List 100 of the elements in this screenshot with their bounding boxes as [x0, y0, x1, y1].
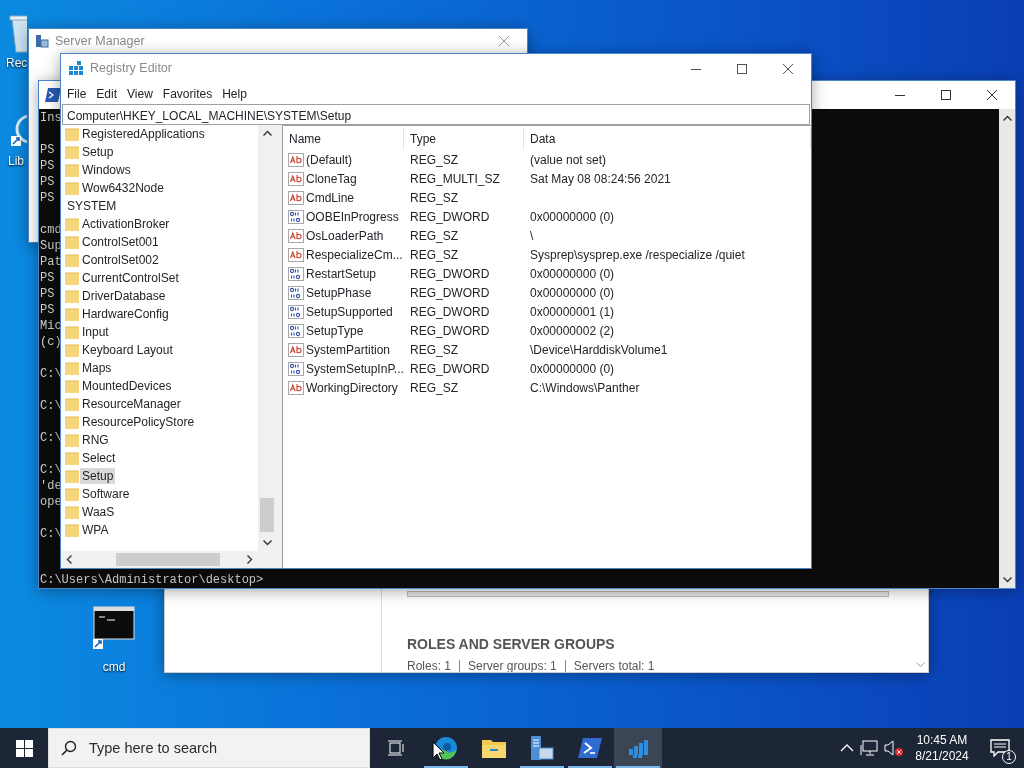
value-data: Sysprep\sysprep.exe /respecialize /quiet — [529, 246, 745, 264]
text-value-icon — [288, 190, 304, 205]
tree-item[interactable]: HardwareConfig — [80, 306, 171, 322]
search-input[interactable]: Type here to search — [87, 729, 347, 767]
tree-item[interactable]: RegisteredApplications — [80, 126, 207, 142]
tree-item[interactable]: CurrentControlSet — [80, 270, 181, 286]
column-header[interactable]: Type — [404, 128, 524, 150]
value-name[interactable]: OOBEInProgress — [306, 207, 399, 226]
notification-button[interactable]: 1 — [980, 728, 1020, 768]
value-data: \Device\HarddiskVolume1 — [529, 341, 668, 359]
tree-item[interactable]: Select — [80, 450, 118, 466]
menu-item[interactable]: Edit — [91, 84, 123, 103]
tree-item[interactable]: WaaS — [80, 504, 117, 520]
column-header[interactable]: Name — [283, 128, 404, 150]
stat-text: Servers total: 1 — [564, 660, 663, 672]
value-data: C:\Windows\Panther — [529, 379, 640, 397]
scroll-right-icon[interactable] — [247, 555, 253, 564]
console-icon[interactable] — [92, 606, 136, 650]
chevron-up-icon[interactable] — [840, 744, 854, 752]
scroll-down-icon[interactable] — [262, 540, 272, 546]
binary-value-icon — [288, 266, 304, 281]
folder-icon — [65, 289, 79, 303]
tree-item[interactable]: Setup — [80, 144, 116, 160]
value-name[interactable]: SetupSupported — [306, 302, 393, 321]
folder-icon — [65, 181, 79, 195]
maximize-icon — [737, 63, 747, 74]
value-data: 0x00000000 (0) — [529, 284, 615, 302]
value-name[interactable]: SystemPartition — [306, 340, 391, 359]
tree-item[interactable]: Wow6432Node — [80, 180, 166, 196]
tree-item[interactable]: SYSTEM — [65, 198, 119, 214]
scroll-down-icon[interactable] — [1002, 577, 1012, 583]
value-name[interactable]: CloneTag — [306, 169, 357, 188]
scroll-left-icon[interactable] — [66, 555, 72, 564]
value-type: REG_DWORD — [409, 265, 491, 283]
folder-icon — [65, 235, 79, 249]
scroll-up-icon[interactable] — [262, 130, 272, 136]
value-name[interactable]: RestartSetup — [306, 264, 377, 283]
address-bar[interactable]: Computer\HKEY_LOCAL_MACHINE\SYSTEM\Setup — [62, 104, 810, 125]
value-name[interactable]: OsLoaderPath — [306, 226, 384, 245]
value-data: 0x00000001 (1) — [529, 303, 615, 321]
tree-item[interactable]: WPA — [80, 522, 111, 538]
icon-label[interactable]: Lib — [8, 154, 24, 168]
console-text: PS — [40, 302, 55, 318]
value-type: REG_SZ — [409, 151, 459, 169]
tree-item[interactable]: RNG — [80, 432, 111, 448]
binary-value-icon — [288, 304, 304, 319]
server-icon — [35, 34, 49, 48]
folder-icon — [65, 433, 79, 447]
value-name[interactable]: RespecializeCm... — [306, 245, 403, 264]
folder-icon — [65, 397, 79, 411]
tree-item[interactable]: Setup — [80, 468, 116, 484]
scrollbar-thumb[interactable] — [260, 498, 274, 532]
folder-icon — [65, 379, 79, 393]
tree-item[interactable]: Maps — [80, 360, 114, 376]
icon-label[interactable]: cmd — [102, 660, 126, 674]
tree-item[interactable]: ControlSet001 — [80, 234, 161, 250]
menu-item[interactable]: Favorites — [157, 84, 218, 103]
windows-logo-icon — [15, 739, 33, 757]
console-text: C:\ — [40, 462, 62, 478]
binary-value-icon — [288, 209, 304, 224]
folder-icon — [65, 343, 79, 357]
folder-icon — [65, 505, 79, 519]
scrollbar-thumb[interactable] — [116, 553, 220, 566]
value-type: REG_DWORD — [409, 208, 491, 226]
menu-item[interactable]: Help — [217, 84, 252, 103]
tree-item[interactable]: MountedDevices — [80, 378, 174, 394]
tree-item[interactable]: Windows — [80, 162, 133, 178]
tree-item[interactable]: Input — [80, 324, 111, 340]
tree-item[interactable]: DriverDatabase — [80, 288, 168, 304]
tree-item[interactable]: Software — [80, 486, 132, 502]
value-name[interactable]: SystemSetupInP... — [306, 359, 404, 378]
tree-item[interactable]: ResourceManager — [80, 396, 183, 412]
tree-item[interactable]: ResourcePolicyStore — [80, 414, 197, 430]
value-name[interactable]: SetupType — [306, 321, 364, 340]
console-text: PS — [40, 270, 55, 286]
tree-item[interactable]: ActivationBroker — [80, 216, 172, 232]
value-type: REG_SZ — [409, 189, 459, 207]
search-field[interactable]: Type here to search — [48, 728, 370, 768]
console-text: PS — [40, 142, 55, 158]
column-header[interactable]: Data — [524, 128, 811, 150]
value-data: (value not set) — [529, 151, 607, 169]
menu-item[interactable]: View — [122, 84, 158, 103]
network-icon[interactable] — [860, 740, 878, 756]
console-prompt[interactable]: C:\Users\Administrator\desktop> — [40, 572, 264, 588]
notification-count: 1 — [1002, 750, 1016, 764]
console-text: C:\ — [40, 526, 62, 542]
tree-item[interactable]: ControlSet002 — [80, 252, 161, 268]
scroll-up-icon[interactable] — [1002, 115, 1012, 121]
value-name[interactable]: SetupPhase — [306, 283, 372, 302]
menu-item[interactable]: File — [62, 84, 92, 103]
icon-label[interactable]: Rec — [6, 56, 28, 70]
clock[interactable]: 10:45 AM 8/21/2024 — [910, 732, 974, 764]
value-name[interactable]: WorkingDirectory — [306, 378, 398, 397]
tree-item[interactable]: Keyboard Layout — [80, 342, 175, 358]
folder-icon — [65, 307, 79, 321]
folder-icon — [65, 163, 79, 177]
value-data: 0x00000000 (0) — [529, 265, 615, 283]
value-name[interactable]: CmdLine — [306, 188, 355, 207]
value-name[interactable]: (Default) — [306, 150, 352, 169]
speaker-muted-icon[interactable] — [884, 739, 904, 757]
